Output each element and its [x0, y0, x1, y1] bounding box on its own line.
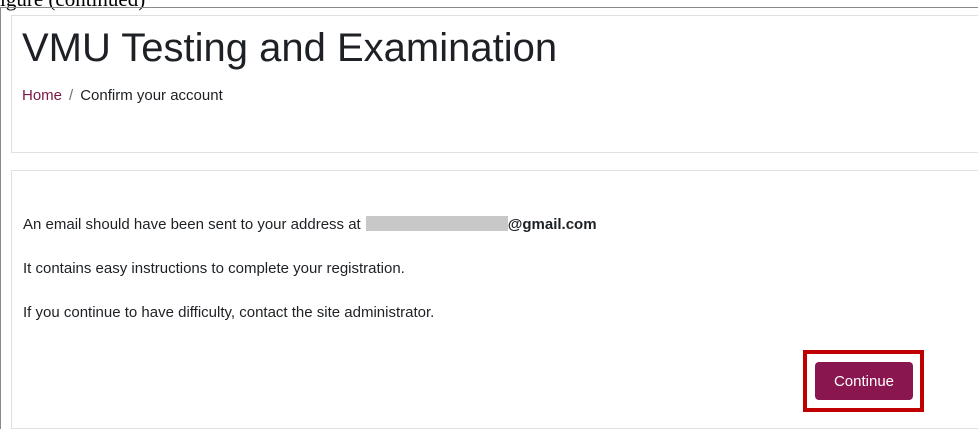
instructions-message: It contains easy instructions to complet…: [23, 260, 405, 277]
continue-button[interactable]: Continue: [815, 362, 913, 400]
breadcrumb: Home / Confirm your account: [22, 87, 223, 104]
page-title: VMU Testing and Examination: [22, 26, 558, 70]
top-divider: [0, 7, 978, 8]
email-sent-message: An email should have been sent to your a…: [23, 216, 597, 233]
breadcrumb-separator: /: [69, 87, 74, 104]
left-divider: [0, 7, 1, 429]
cutoff-caption: igure (continued): [0, 0, 145, 12]
breadcrumb-current: Confirm your account: [80, 87, 223, 104]
breadcrumb-home-link[interactable]: Home: [22, 87, 62, 104]
redacted-email-user: [365, 216, 508, 231]
email-domain: @gmail.com: [507, 216, 597, 233]
difficulty-message: If you continue to have difficulty, cont…: [23, 304, 435, 321]
email-sent-message-text: An email should have been sent to your a…: [23, 216, 361, 233]
